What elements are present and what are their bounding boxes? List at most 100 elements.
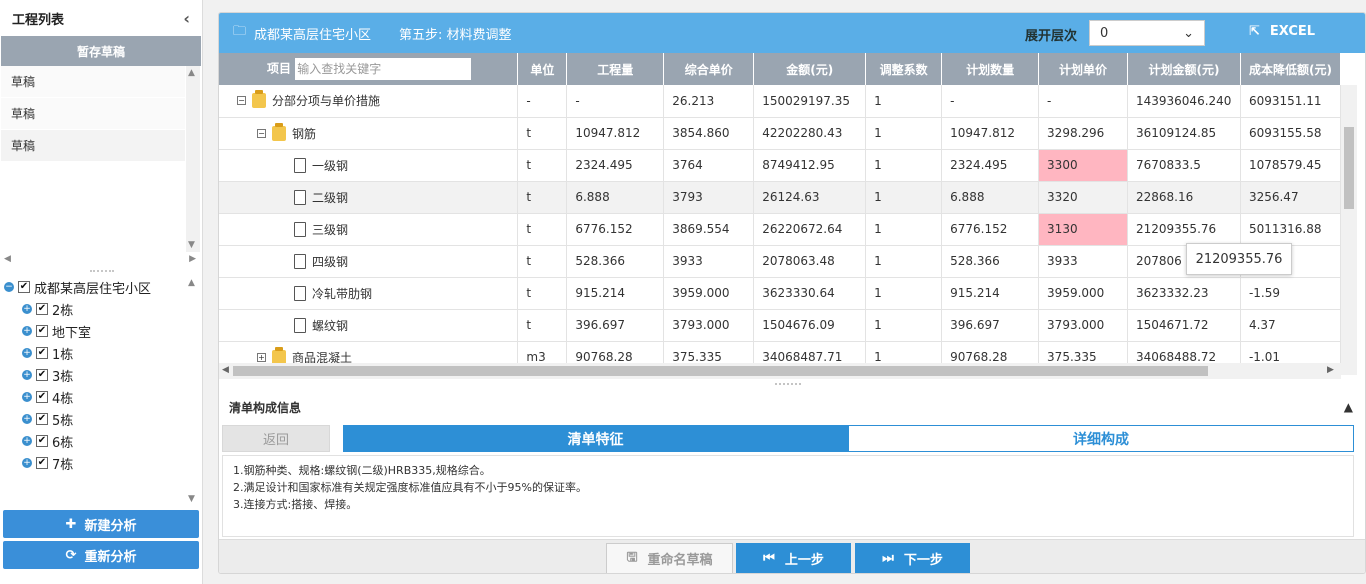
item-name-cell[interactable]: 二级钢 — [219, 181, 519, 214]
scroll-right-icon[interactable]: ▶ — [189, 254, 196, 264]
tree-node[interactable]: + ✔ 3栋 — [0, 364, 186, 386]
draft-item[interactable]: 草稿 — [1, 130, 185, 162]
tree-node[interactable]: + ✔ 4栋 — [0, 386, 186, 408]
item-name-cell[interactable]: 四级钢 — [219, 245, 519, 278]
table-row[interactable]: − 钢筋 t 10947.812 3854.860 42202280.43 1 10947.8… — [219, 117, 1341, 150]
checkbox-checked-icon[interactable]: ✔ — [36, 413, 48, 425]
cell-plan-price[interactable]: 3933 — [1038, 245, 1128, 278]
table-row[interactable]: 一级钢 t 2324.495 3764 8749412.95 1 2324.495 3300 7… — [219, 149, 1341, 182]
checkbox-checked-icon[interactable]: ✔ — [36, 457, 48, 469]
collapse-icon[interactable]: − — [4, 282, 14, 292]
cell-coef[interactable]: 1 — [865, 277, 943, 310]
new-analysis-button[interactable]: ✚ 新建分析 — [3, 510, 199, 538]
draft-item[interactable]: 草稿 — [1, 66, 185, 98]
tree-node[interactable]: + ✔ 地下室 — [0, 320, 186, 342]
scroll-left-icon[interactable]: ◀ — [4, 254, 11, 264]
info-section-header[interactable]: 清单构成信息 ▲ — [219, 391, 1365, 423]
cell-coef[interactable]: 1 — [865, 149, 943, 182]
cell-coef[interactable]: 1 — [865, 213, 943, 246]
cell-coef[interactable]: 1 — [865, 181, 943, 214]
scroll-left-icon[interactable]: ◀ — [222, 365, 229, 375]
table-row[interactable]: 三级钢 t 6776.152 3869.554 26220672.64 1 6776.152… — [219, 213, 1341, 246]
cell-plan-price[interactable]: 3130 — [1038, 213, 1128, 246]
scroll-thumb[interactable] — [233, 366, 1208, 376]
grid-vscroll[interactable] — [1341, 85, 1357, 375]
scroll-up-icon[interactable]: ▲ — [188, 68, 195, 78]
column-header[interactable]: 单位 — [517, 53, 568, 85]
export-excel-button[interactable]: ⇱ EXCEL — [1249, 24, 1315, 39]
previous-step-button[interactable]: ⏮ 上一步 — [736, 543, 851, 573]
column-header[interactable]: 计划金额(元) — [1127, 53, 1241, 85]
scroll-right-icon[interactable]: ▶ — [1327, 365, 1334, 375]
checkbox-checked-icon[interactable]: ✔ — [36, 347, 48, 359]
draft-list-vscroll[interactable]: ▲ ▼ — [186, 66, 200, 252]
expand-icon[interactable]: + — [22, 436, 32, 446]
column-header[interactable]: 综合单价 — [663, 53, 755, 85]
scroll-thumb[interactable] — [1344, 127, 1354, 209]
tree-node[interactable]: + ✔ 2栋 — [0, 298, 186, 320]
expand-icon[interactable]: + — [22, 304, 32, 314]
table-row[interactable]: 螺纹钢 t 396.697 3793.000 1504676.09 1 396.697 379… — [219, 309, 1341, 342]
tree-vscroll[interactable]: ▲ ▼ — [186, 276, 200, 506]
grid-splitter[interactable] — [775, 383, 801, 385]
collapse-icon[interactable]: − — [237, 96, 246, 106]
item-name-cell[interactable]: − 分部分项与单价措施 — [219, 85, 519, 118]
back-button[interactable]: 返回 — [222, 425, 330, 452]
column-header[interactable]: 金额(元) — [753, 53, 867, 85]
tab-feature[interactable]: 清单特征 — [343, 425, 848, 452]
expand-icon[interactable]: + — [257, 352, 266, 362]
item-name-cell[interactable]: 螺纹钢 — [219, 309, 519, 342]
cell-plan-price[interactable]: - — [1038, 85, 1128, 118]
cell-coef[interactable]: 1 — [865, 309, 943, 342]
column-header[interactable]: 调整系数 — [865, 53, 943, 85]
tree-node[interactable]: + ✔ 6栋 — [0, 430, 186, 452]
cell-plan-price[interactable]: 3320 — [1038, 181, 1128, 214]
column-header[interactable]: 项目 输入查找关键字 — [219, 53, 519, 85]
item-name-cell[interactable]: − 钢筋 — [219, 117, 519, 150]
caret-up-icon[interactable]: ▲ — [1344, 400, 1353, 414]
cell-coef[interactable]: 1 — [865, 117, 943, 150]
table-row[interactable]: 二级钢 t 6.888 3793 26124.63 1 6.888 3320 22868.16 3… — [219, 181, 1341, 214]
table-row[interactable]: 四级钢 t 528.366 3933 2078063.48 1 528.366 3933 207… — [219, 245, 1341, 278]
checkbox-checked-icon[interactable]: ✔ — [36, 435, 48, 447]
checkbox-checked-icon[interactable]: ✔ — [36, 325, 48, 337]
item-name-cell[interactable]: 一级钢 — [219, 149, 519, 182]
cell-plan-price[interactable]: 3300 — [1038, 149, 1128, 182]
reanalyze-button[interactable]: ⟳ 重新分析 — [3, 541, 199, 569]
scroll-up-icon[interactable]: ▲ — [188, 278, 195, 288]
expand-icon[interactable]: + — [22, 326, 32, 336]
checkbox-checked-icon[interactable]: ✔ — [36, 369, 48, 381]
expand-icon[interactable]: + — [22, 348, 32, 358]
expand-icon[interactable]: + — [22, 370, 32, 380]
scroll-down-icon[interactable]: ▼ — [188, 240, 195, 250]
tree-node[interactable]: + ✔ 1栋 — [0, 342, 186, 364]
scroll-down-icon[interactable]: ▼ — [188, 494, 195, 504]
table-row[interactable]: 冷轧带肋钢 t 915.214 3959.000 3623330.64 1 915.214 3… — [219, 277, 1341, 310]
rename-draft-button[interactable]: 🖫 重命名草稿 — [606, 543, 733, 573]
checkbox-checked-icon[interactable]: ✔ — [36, 303, 48, 315]
expand-icon[interactable]: + — [22, 392, 32, 402]
cell-plan-price[interactable]: 3959.000 — [1038, 277, 1128, 310]
tab-detail[interactable]: 详细构成 — [848, 425, 1354, 452]
draft-list-hscroll[interactable]: ◀ ▶ — [0, 252, 200, 266]
tree-root-node[interactable]: − ✔ 成都某高层住宅小区 — [0, 276, 186, 298]
column-header[interactable]: 成本降低额(元) — [1240, 53, 1341, 85]
expand-icon[interactable]: + — [22, 414, 32, 424]
panel-splitter[interactable] — [90, 270, 114, 272]
tree-node[interactable]: + ✔ 7栋 — [0, 452, 186, 474]
expand-level-select[interactable]: 0 ⌄ — [1089, 20, 1205, 46]
tree-node[interactable]: + ✔ 5栋 — [0, 408, 186, 430]
collapse-icon[interactable]: − — [257, 128, 266, 138]
grid-hscroll[interactable]: ◀ ▶ — [219, 363, 1341, 379]
item-name-cell[interactable]: 三级钢 — [219, 213, 519, 246]
column-header[interactable]: 工程量 — [566, 53, 665, 85]
cell-plan-price[interactable]: 3298.296 — [1038, 117, 1128, 150]
column-header[interactable]: 计划数量 — [941, 53, 1040, 85]
expand-icon[interactable]: + — [22, 458, 32, 468]
cell-plan-price[interactable]: 3793.000 — [1038, 309, 1128, 342]
search-input[interactable]: 输入查找关键字 — [295, 58, 472, 80]
column-header[interactable]: 计划单价 — [1038, 53, 1128, 85]
draft-item[interactable]: 草稿 — [1, 98, 185, 130]
item-name-cell[interactable]: 冷轧带肋钢 — [219, 277, 519, 310]
chevron-left-icon[interactable]: ‹ — [183, 9, 190, 28]
